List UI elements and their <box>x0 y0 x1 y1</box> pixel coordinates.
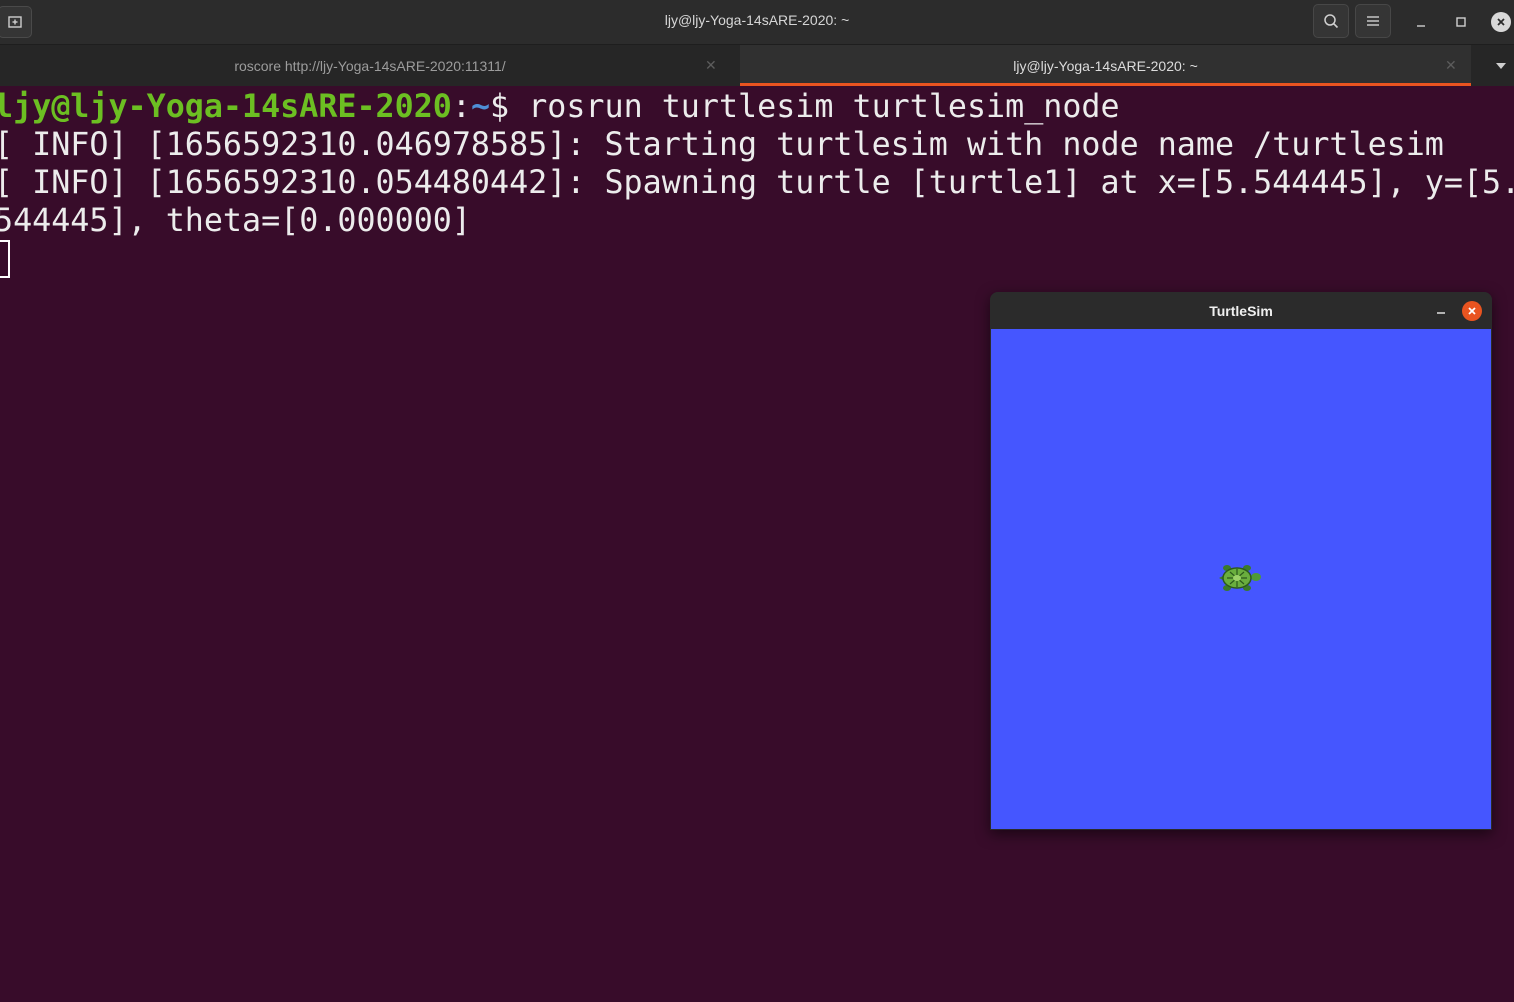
tab-bar: roscore http://ljy-Yoga-14sARE-2020:1131… <box>0 45 1514 86</box>
window-titlebar: ljy@ljy-Yoga-14sARE-2020: ~ <box>0 0 1514 45</box>
search-button[interactable] <box>1313 4 1349 38</box>
close-icon <box>1468 307 1476 315</box>
turtlesim-titlebar[interactable]: TurtleSim <box>990 292 1492 329</box>
prompt-dollar: $ <box>490 89 529 125</box>
maximize-icon <box>1456 17 1466 27</box>
minimize-button[interactable] <box>1409 10 1433 34</box>
chevron-down-icon <box>1496 63 1506 69</box>
tab-label: roscore http://ljy-Yoga-14sARE-2020:1131… <box>234 58 506 74</box>
tab-label: ljy@ljy-Yoga-14sARE-2020: ~ <box>1013 58 1198 74</box>
tab-dropdown-button[interactable] <box>1494 59 1508 73</box>
tab-close-icon[interactable]: ✕ <box>705 57 717 74</box>
minimize-icon <box>1417 25 1425 27</box>
tab-terminal[interactable]: ljy@ljy-Yoga-14sARE-2020: ~ ✕ <box>740 45 1471 86</box>
close-window-button[interactable] <box>1491 12 1511 32</box>
turtlesim-title: TurtleSim <box>1209 303 1273 319</box>
tab-close-icon[interactable]: ✕ <box>1445 57 1457 74</box>
turtlesim-canvas <box>991 329 1491 829</box>
output-line: [ INFO] [1656592310.054480442]: Spawning… <box>0 165 1514 201</box>
prompt-user: ljy@ljy-Yoga-14sARE-2020 <box>0 89 452 125</box>
tab-roscore[interactable]: roscore http://ljy-Yoga-14sARE-2020:1131… <box>0 45 740 86</box>
window-title: ljy@ljy-Yoga-14sARE-2020: ~ <box>664 12 850 28</box>
output-line: 544445], theta=[0.000000] <box>0 203 471 239</box>
terminal-cursor <box>0 240 10 278</box>
prompt-path: ~ <box>470 89 491 125</box>
prompt-line: ljy@ljy-Yoga-14sARE-2020:~$ rosrun turtl… <box>0 88 1120 126</box>
search-icon <box>1324 14 1339 29</box>
output-line: [ INFO] [1656592310.046978585]: Starting… <box>0 127 1444 163</box>
maximize-button[interactable] <box>1449 10 1473 34</box>
turtle-icon <box>1219 565 1261 591</box>
menu-button[interactable] <box>1355 4 1391 38</box>
close-icon <box>1497 18 1505 26</box>
turtlesim-window[interactable]: TurtleSim <box>990 292 1492 830</box>
hamburger-menu-icon <box>1367 16 1379 26</box>
turtlesim-close-button[interactable] <box>1462 301 1482 321</box>
command-text: rosrun turtlesim turtlesim_node <box>528 89 1120 125</box>
prompt-separator: : <box>451 89 471 125</box>
turtlesim-minimize-button[interactable] <box>1432 301 1450 319</box>
minimize-icon <box>1437 312 1445 314</box>
